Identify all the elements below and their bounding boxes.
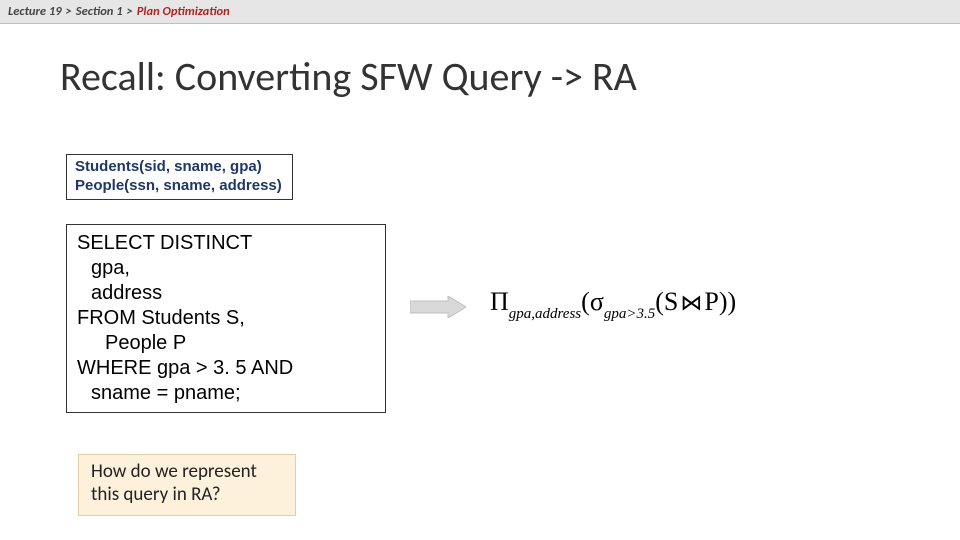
schema-line-students: Students(sid, sname, gpa): [75, 158, 282, 177]
slide-body: Recall: Converting SFW Query -> RA Stude…: [0, 24, 960, 540]
sql-line: People P: [77, 331, 375, 356]
schema-line-people: People(ssn, sname, address): [75, 177, 282, 196]
sql-line: sname = pname;: [77, 381, 375, 406]
ra-join-symbol: ⋈: [678, 290, 704, 315]
schema-box: Students(sid, sname, gpa) People(ssn, sn…: [66, 154, 293, 200]
sql-line: WHERE gpa > 3. 5 AND: [77, 357, 293, 379]
ra-sigma-subscript: gpa>3.5: [604, 306, 655, 322]
ra-rparen: ): [728, 287, 737, 316]
ra-pi-symbol: Π: [490, 287, 509, 316]
ra-rparen: ): [719, 287, 728, 316]
sql-query-box: SELECT DISTINCT gpa, address FROM Studen…: [66, 224, 386, 413]
sql-line: gpa,: [77, 256, 375, 281]
breadcrumb: Lecture 19 > Section 1 > Plan Optimizati…: [0, 0, 960, 24]
ra-lparen: (: [581, 287, 590, 316]
breadcrumb-part-lecture: Lecture 19: [8, 4, 62, 19]
ra-pi-subscript: gpa,address: [509, 306, 581, 322]
ra-lparen: (: [655, 287, 664, 316]
arrow-right-icon: [410, 296, 466, 318]
sql-line: SELECT DISTINCT: [77, 232, 252, 254]
ra-sigma-symbol: σ: [590, 287, 604, 316]
sql-line: FROM Students S,: [77, 307, 245, 329]
sql-line: address: [77, 281, 375, 306]
question-callout: How do we represent this query in RA?: [78, 454, 296, 516]
breadcrumb-separator: >: [127, 4, 133, 19]
breadcrumb-part-section: Section 1: [76, 4, 123, 19]
ra-relation-p: P: [704, 287, 718, 316]
ra-relation-s: S: [664, 287, 678, 316]
breadcrumb-active: Plan Optimization: [137, 4, 230, 19]
breadcrumb-separator: >: [66, 4, 72, 19]
ra-expression: Πgpa,address(σgpa>3.5(S⋈P)): [490, 287, 736, 321]
slide-title: Recall: Converting SFW Query -> RA: [60, 52, 637, 101]
